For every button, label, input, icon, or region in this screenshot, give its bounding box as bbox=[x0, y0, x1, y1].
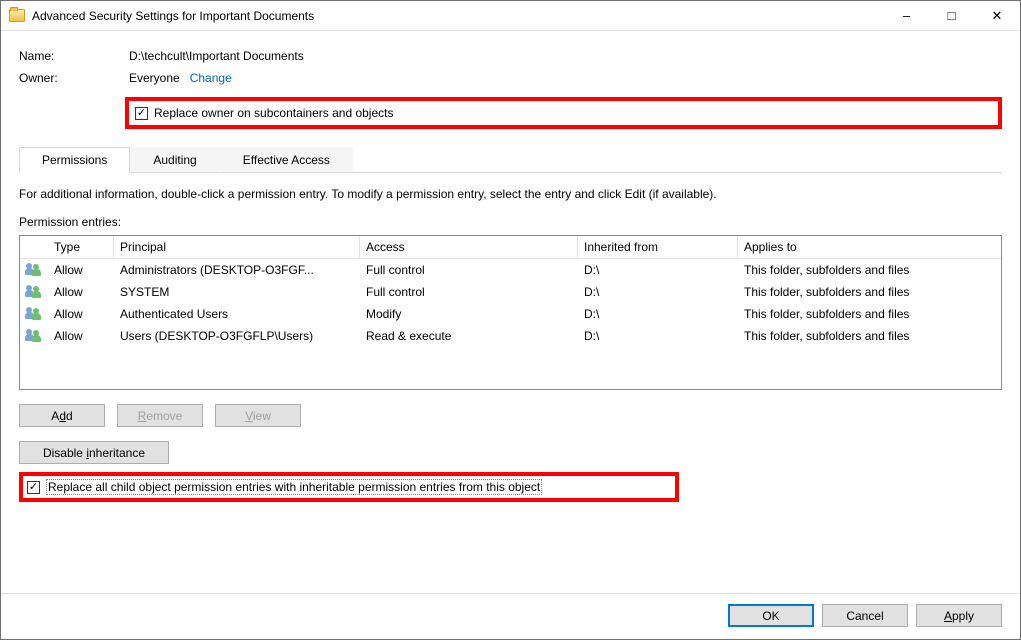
users-icon bbox=[20, 283, 48, 301]
cell-principal: Authenticated Users bbox=[114, 305, 360, 323]
replace-children-label: Replace all child object permission entr… bbox=[46, 479, 542, 495]
cell-applies: This folder, subfolders and files bbox=[738, 327, 1001, 345]
checkbox-tick-icon bbox=[135, 107, 148, 120]
cell-type: Allow bbox=[48, 327, 114, 345]
users-icon bbox=[20, 261, 48, 279]
cell-inherited: D:\ bbox=[578, 283, 738, 301]
cell-access: Read & execute bbox=[360, 327, 578, 345]
th-applies[interactable]: Applies to bbox=[738, 236, 1001, 258]
folder-icon bbox=[9, 9, 25, 22]
cancel-button[interactable]: Cancel bbox=[822, 604, 908, 627]
cell-type: Allow bbox=[48, 283, 114, 301]
dialog-footer: OK Cancel Apply bbox=[1, 593, 1020, 639]
permission-table: Type Principal Access Inherited from App… bbox=[19, 235, 1002, 390]
cell-inherited: D:\ bbox=[578, 327, 738, 345]
replace-owner-checkbox[interactable]: Replace owner on subcontainers and objec… bbox=[135, 106, 988, 120]
table-row[interactable]: AllowUsers (DESKTOP-O3FGFLP\Users)Read &… bbox=[20, 325, 1001, 347]
cell-type: Allow bbox=[48, 305, 114, 323]
cell-inherited: D:\ bbox=[578, 261, 738, 279]
cell-principal: Administrators (DESKTOP-O3FGF... bbox=[114, 261, 360, 279]
users-icon bbox=[20, 305, 48, 323]
titlebar[interactable]: Advanced Security Settings for Important… bbox=[1, 1, 1020, 31]
cell-access: Full control bbox=[360, 261, 578, 279]
name-value: D:\techcult\Important Documents bbox=[129, 49, 1002, 63]
tab-auditing[interactable]: Auditing bbox=[130, 147, 219, 173]
cell-applies: This folder, subfolders and files bbox=[738, 283, 1001, 301]
table-row[interactable]: AllowSYSTEMFull controlD:\This folder, s… bbox=[20, 281, 1001, 303]
tab-effective-access[interactable]: Effective Access bbox=[220, 147, 353, 173]
th-icon[interactable] bbox=[20, 236, 48, 258]
cell-applies: This folder, subfolders and files bbox=[738, 261, 1001, 279]
window-title: Advanced Security Settings for Important… bbox=[32, 9, 314, 23]
owner-value: Everyone bbox=[129, 71, 180, 85]
th-type[interactable]: Type bbox=[48, 236, 114, 258]
minimize-button[interactable]: – bbox=[884, 1, 929, 30]
maximize-button[interactable]: □ bbox=[929, 1, 974, 30]
name-label: Name: bbox=[19, 49, 129, 63]
entry-buttons: Add Remove View bbox=[19, 404, 1002, 427]
owner-label: Owner: bbox=[19, 71, 129, 85]
table-row[interactable]: AllowAdministrators (DESKTOP-O3FGF...Ful… bbox=[20, 259, 1001, 281]
permission-entries-label: Permission entries: bbox=[19, 215, 1002, 229]
window-controls: – □ ✕ bbox=[884, 1, 1020, 30]
disable-inheritance-button[interactable]: Disable inheritance bbox=[19, 441, 169, 464]
instruction-text: For additional information, double-click… bbox=[19, 187, 1002, 201]
replace-children-checkbox[interactable]: Replace all child object permission entr… bbox=[27, 479, 671, 495]
th-inherited[interactable]: Inherited from bbox=[578, 236, 738, 258]
apply-button[interactable]: Apply bbox=[916, 604, 1002, 627]
view-button[interactable]: View bbox=[215, 404, 301, 427]
highlight-replace-children: Replace all child object permission entr… bbox=[19, 472, 679, 502]
table-row[interactable]: AllowAuthenticated UsersModifyD:\This fo… bbox=[20, 303, 1001, 325]
cell-principal: SYSTEM bbox=[114, 283, 360, 301]
security-settings-window: Advanced Security Settings for Important… bbox=[0, 0, 1021, 640]
table-header: Type Principal Access Inherited from App… bbox=[20, 236, 1001, 259]
th-principal[interactable]: Principal bbox=[114, 236, 360, 258]
cell-inherited: D:\ bbox=[578, 305, 738, 323]
remove-button[interactable]: Remove bbox=[117, 404, 203, 427]
tab-permissions[interactable]: Permissions bbox=[19, 147, 130, 173]
ok-button[interactable]: OK bbox=[728, 604, 814, 627]
th-access[interactable]: Access bbox=[360, 236, 578, 258]
cell-applies: This folder, subfolders and files bbox=[738, 305, 1001, 323]
replace-owner-label: Replace owner on subcontainers and objec… bbox=[154, 106, 393, 120]
table-body: AllowAdministrators (DESKTOP-O3FGF...Ful… bbox=[20, 259, 1001, 389]
change-owner-link[interactable]: Change bbox=[190, 71, 232, 85]
cell-principal: Users (DESKTOP-O3FGFLP\Users) bbox=[114, 327, 360, 345]
tabs: Permissions Auditing Effective Access bbox=[19, 147, 1002, 173]
cell-access: Modify bbox=[360, 305, 578, 323]
checkbox-tick-icon bbox=[27, 481, 40, 494]
cell-access: Full control bbox=[360, 283, 578, 301]
highlight-replace-owner: Replace owner on subcontainers and objec… bbox=[125, 97, 1002, 129]
content-area: Name: D:\techcult\Important Documents Ow… bbox=[1, 31, 1020, 593]
users-icon bbox=[20, 327, 48, 345]
add-button[interactable]: Add bbox=[19, 404, 105, 427]
close-button[interactable]: ✕ bbox=[974, 1, 1020, 30]
cell-type: Allow bbox=[48, 261, 114, 279]
